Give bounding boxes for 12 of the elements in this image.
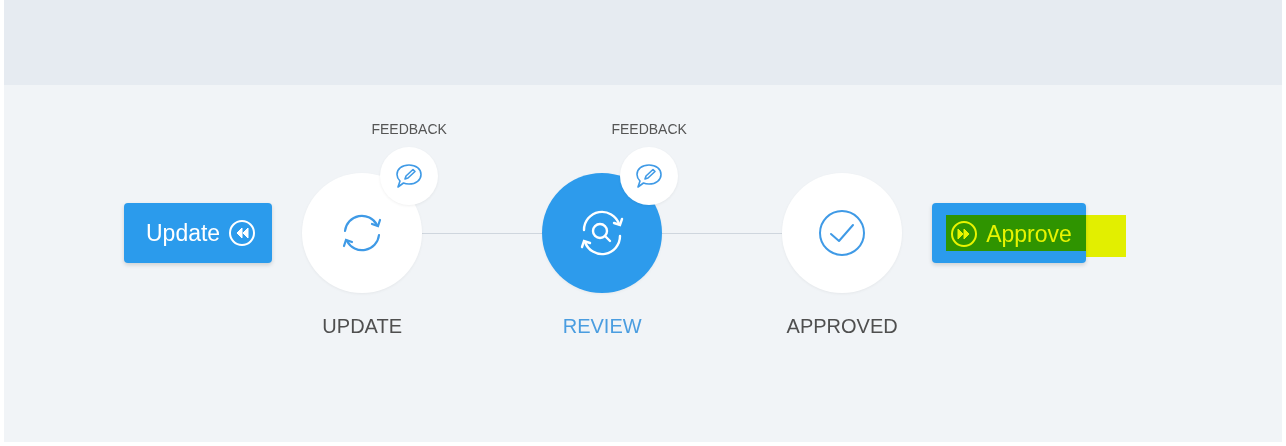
check-circle-icon <box>817 208 868 258</box>
step-label: UPDATE <box>322 315 402 338</box>
feedback-label: FEEDBACK <box>371 121 447 137</box>
comment-edit-icon <box>394 162 425 190</box>
update-button[interactable]: Update <box>124 203 273 263</box>
step-label: REVIEW <box>562 315 642 338</box>
rewind-circle-icon <box>228 219 257 247</box>
approve-button[interactable]: Approve <box>932 203 1086 263</box>
fast-forward-circle-icon <box>950 220 979 248</box>
feedback-label: FEEDBACK <box>611 121 687 137</box>
comment-edit-icon <box>634 162 665 190</box>
step-label: APPROVED <box>786 315 898 338</box>
